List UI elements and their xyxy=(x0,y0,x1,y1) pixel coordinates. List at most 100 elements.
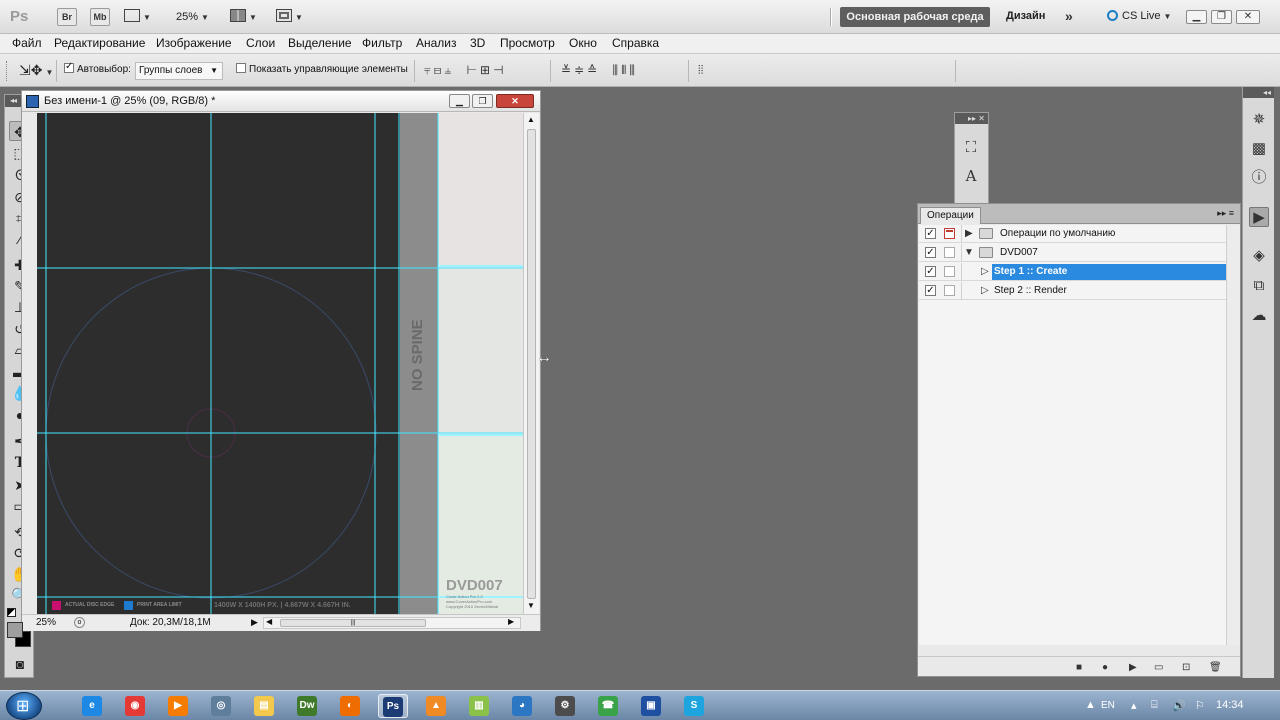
action-row[interactable]: ✓ ▷ Step 2 :: Render xyxy=(919,282,1226,300)
new-set-icon[interactable]: ▭ xyxy=(1154,662,1163,673)
taskbar-app-orange-button[interactable]: ▲ xyxy=(421,694,451,718)
action-set-row[interactable]: ✓ ▼ DVD007 xyxy=(919,244,1226,262)
channels-panel-icon[interactable]: ⧉ xyxy=(1249,276,1269,296)
align-top-icon[interactable]: ⫧ xyxy=(424,63,434,77)
document-title-bar[interactable]: Без имени-1 @ 25% (09, RGB/8) * ▁ ❐ ✕ xyxy=(22,91,540,112)
scroll-down-icon[interactable]: ▼ xyxy=(527,601,535,610)
toggle-dialog-checkbox[interactable] xyxy=(944,266,955,277)
taskbar-media-button[interactable]: ▶ xyxy=(163,694,193,718)
grip-handle[interactable] xyxy=(830,8,832,26)
menu-help[interactable]: Справка xyxy=(612,36,659,50)
toggle-item-checkbox[interactable]: ✓ xyxy=(925,285,936,296)
taskbar-dreamweaver-button[interactable]: Dw xyxy=(292,694,322,718)
minimize-window-button[interactable]: ▁ xyxy=(1186,10,1207,24)
align-right-icon[interactable]: ⊣ xyxy=(493,63,506,77)
mini-bridge-button[interactable]: Mb xyxy=(90,8,110,26)
screen-mode-dropdown[interactable]: ▼ xyxy=(276,8,303,26)
3d-panel-icon[interactable]: ☁ xyxy=(1249,306,1269,326)
play-icon[interactable]: ▶ xyxy=(1129,662,1137,673)
panel-menu-icon[interactable]: ▸▸ ≡ xyxy=(1217,208,1234,219)
image-canvas[interactable]: NO SPINE DVD007 Cover Action Pro 2.0 www… xyxy=(37,113,523,614)
navigator-panel-icon[interactable]: ✵ xyxy=(1249,110,1269,130)
menu-analysis[interactable]: Анализ xyxy=(416,36,457,50)
tool-preset-picker[interactable]: ⇲✥ ▼ xyxy=(19,62,53,79)
tray-arrow-icon[interactable]: ▲ xyxy=(1085,699,1096,711)
taskbar-ie-button[interactable]: e xyxy=(77,694,107,718)
show-transform-toggle[interactable]: Показать управляющие элементы xyxy=(236,63,408,75)
actions-scrollbar[interactable] xyxy=(1226,225,1240,645)
toggle-item-checkbox[interactable]: ✓ xyxy=(925,228,936,239)
menu-filter[interactable]: Фильтр xyxy=(362,36,402,50)
distribute-bottom-icon[interactable]: ≙ xyxy=(587,63,600,77)
arrange-documents-dropdown[interactable]: ▼ xyxy=(230,8,257,26)
toggle-item-checkbox[interactable]: ✓ xyxy=(925,247,936,258)
clock[interactable]: 14:34 xyxy=(1216,699,1244,711)
auto-select-toggle[interactable]: Автовыбор: xyxy=(64,61,131,75)
menu-window[interactable]: Окно xyxy=(569,36,597,50)
taskbar-save-button[interactable]: ▣ xyxy=(636,694,666,718)
start-button[interactable] xyxy=(6,692,42,720)
zoom-level-dropdown[interactable]: 25% ▼ xyxy=(176,8,209,26)
status-warning-icon[interactable]: o xyxy=(74,617,85,628)
action-set-row[interactable]: ✓ ▶ Операции по умолчанию xyxy=(919,225,1226,243)
expand-triangle-icon[interactable]: ▷ xyxy=(981,266,989,277)
toggle-dialog-checkbox[interactable] xyxy=(944,228,955,239)
horizontal-scrollbar[interactable]: ◀ ||| ▶ xyxy=(263,617,521,629)
expand-triangle-icon[interactable]: ▶ xyxy=(965,228,973,239)
restore-window-button[interactable]: ❐ xyxy=(1211,10,1232,24)
layers-panel-icon[interactable]: ◈ xyxy=(1249,246,1269,266)
info-panel-icon[interactable]: ⓘ xyxy=(1249,168,1269,188)
distribute-vcenter-icon[interactable]: ≑ xyxy=(574,63,587,77)
toggle-dialog-checkbox[interactable] xyxy=(944,247,955,258)
taskbar-app-green-button[interactable]: ▥ xyxy=(464,694,494,718)
scroll-left-icon[interactable]: ◀ xyxy=(266,617,272,626)
align-hcenter-icon[interactable]: ⊞ xyxy=(480,63,493,77)
expand-triangle-icon[interactable]: ▷ xyxy=(981,285,989,296)
auto-select-target-select[interactable]: Группы слоев ▼ xyxy=(135,62,223,80)
view-extras-dropdown[interactable]: ▼ xyxy=(124,8,151,26)
new-action-icon[interactable]: ⊡ xyxy=(1182,662,1190,673)
more-workspaces-icon[interactable]: » xyxy=(1065,8,1073,24)
taskbar-chrome-button[interactable]: ◉ xyxy=(120,694,150,718)
action-row[interactable]: ✓ ▷ Step 1 :: Create xyxy=(919,263,1227,281)
status-zoom-field[interactable]: 25% xyxy=(36,617,56,628)
close-window-button[interactable]: ✕ xyxy=(1236,10,1260,24)
document-close-button[interactable]: ✕ xyxy=(496,94,534,108)
taskbar-explorer-button[interactable]: ▤ xyxy=(249,694,279,718)
toggle-item-checkbox[interactable]: ✓ xyxy=(925,266,936,277)
collapse-triangle-icon[interactable]: ▼ xyxy=(964,247,974,258)
character-panel-icon[interactable]: A xyxy=(961,166,981,186)
mini-strip-header[interactable]: ▸▸ ✕ xyxy=(955,113,988,124)
toggle-dialog-checkbox[interactable] xyxy=(944,285,955,296)
vertical-scroll-thumb[interactable] xyxy=(527,129,536,599)
action-center-icon[interactable]: ⚐ xyxy=(1195,699,1205,712)
tray-expand-icon[interactable]: ▴ xyxy=(1131,699,1137,712)
align-bottom-icon[interactable]: ⫨ xyxy=(444,63,454,77)
taskbar-photoshop-button[interactable]: Ps xyxy=(378,694,408,718)
options-grip[interactable] xyxy=(6,61,9,81)
workspace-essentials-button[interactable]: Основная рабочая среда xyxy=(840,7,990,27)
actions-panel-icon[interactable]: ▶ xyxy=(1249,207,1269,227)
menu-select[interactable]: Выделение xyxy=(288,36,352,50)
delete-icon[interactable]: 🗑 xyxy=(1209,662,1222,673)
distribute-right-icon[interactable]: ⫼ xyxy=(629,63,638,77)
taskbar-maps-button[interactable]: ◎ xyxy=(206,694,236,718)
auto-align-layers-icon[interactable]: ⦙⦙ xyxy=(698,63,703,78)
horizontal-scroll-thumb[interactable]: ||| xyxy=(280,619,426,627)
taskbar-firefox-button[interactable]: ◐ xyxy=(335,694,365,718)
taskbar-browser-button[interactable]: ◕ xyxy=(507,694,537,718)
tab-actions[interactable]: Операции xyxy=(920,207,981,224)
taskbar-tools-button[interactable]: ⚙ xyxy=(550,694,580,718)
distribute-top-icon[interactable]: ≚ xyxy=(561,63,574,77)
scroll-right-icon[interactable]: ▶ xyxy=(508,617,514,626)
transform-panel-icon[interactable]: ⛶ xyxy=(961,138,981,158)
menu-edit[interactable]: Редактирование xyxy=(54,36,145,50)
distribute-left-icon[interactable]: ⫼ xyxy=(613,63,622,77)
workspace-design-button[interactable]: Дизайн xyxy=(1006,10,1045,22)
document-minimize-button[interactable]: ▁ xyxy=(449,94,470,108)
auto-select-checkbox[interactable] xyxy=(64,61,74,73)
menu-view[interactable]: Просмотр xyxy=(500,36,555,50)
taskbar-skype-button[interactable]: S xyxy=(679,694,709,718)
document-restore-button[interactable]: ❐ xyxy=(472,94,493,108)
align-left-icon[interactable]: ⊢ xyxy=(467,63,480,77)
